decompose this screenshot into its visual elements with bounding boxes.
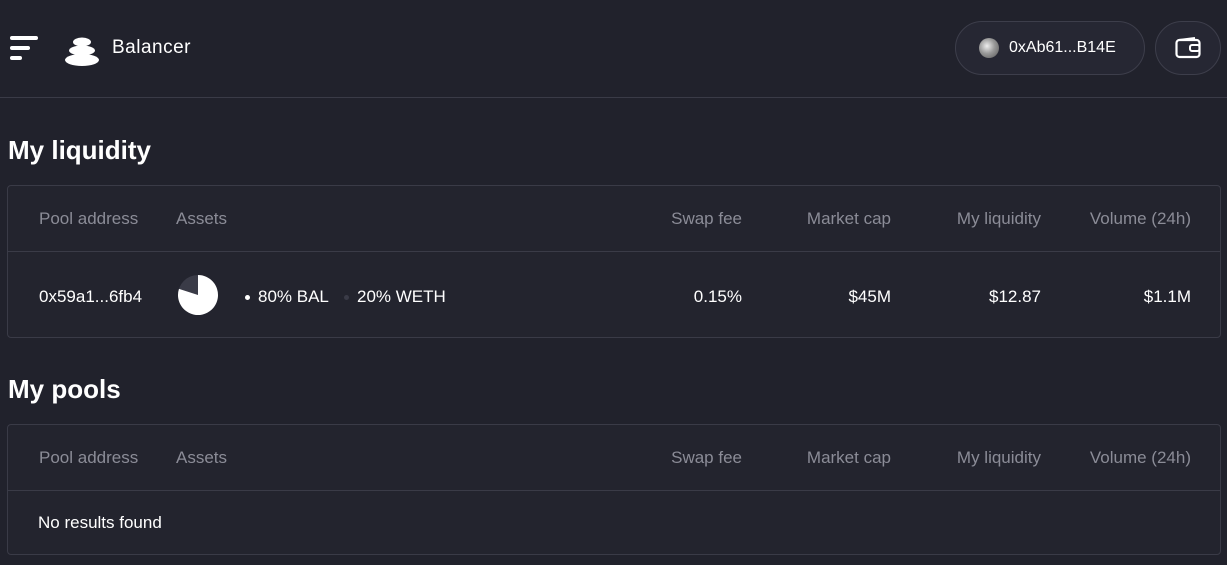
col-volume-24h: Volume (24h) bbox=[1089, 448, 1191, 467]
col-swap-fee: Swap fee bbox=[671, 209, 742, 228]
my-liquidity-value: $12.87 bbox=[989, 287, 1041, 306]
col-pool-address: Pool address bbox=[39, 448, 139, 467]
my-liquidity-table: Pool address Assets Swap fee Market cap … bbox=[7, 185, 1221, 338]
col-market-cap: Market cap bbox=[806, 448, 891, 467]
account-address: 0xAb61...B14E bbox=[1009, 39, 1116, 56]
col-my-liquidity: My liquidity bbox=[956, 209, 1041, 228]
col-assets: Assets bbox=[176, 209, 228, 228]
asset-dot-icon bbox=[344, 294, 349, 300]
asset-label: 20% WETH bbox=[357, 287, 446, 306]
empty-state-text: No results found bbox=[38, 513, 162, 532]
balancer-logo-icon bbox=[65, 37, 99, 66]
volume-24h: $1.1M bbox=[1143, 287, 1191, 306]
table-header: Pool address Assets Swap fee Market cap … bbox=[8, 186, 1220, 252]
col-volume-24h: Volume (24h) bbox=[1089, 209, 1191, 228]
col-assets: Assets bbox=[176, 448, 228, 467]
market-cap: $45M bbox=[848, 287, 891, 306]
my-pools-title: My pools bbox=[8, 374, 121, 404]
my-liquidity-title: My liquidity bbox=[8, 135, 151, 165]
my-pools-table: Pool address Assets Swap fee Market cap … bbox=[7, 424, 1221, 555]
pool-address: 0x59a1...6fb4 bbox=[39, 287, 143, 306]
col-market-cap: Market cap bbox=[806, 209, 891, 228]
col-pool-address: Pool address bbox=[39, 209, 139, 228]
wallet-icon bbox=[1175, 37, 1201, 59]
asset-label: 80% BAL bbox=[258, 287, 329, 306]
table-row[interactable]: 0x59a1...6fb4 80% BAL 20% WETH 0.15% $45… bbox=[8, 252, 1220, 338]
avatar bbox=[979, 38, 999, 58]
menu-icon[interactable] bbox=[10, 36, 40, 62]
top-bar: Balancer 0xAb61...B14E bbox=[0, 0, 1227, 98]
col-swap-fee: Swap fee bbox=[671, 448, 742, 467]
swap-fee: 0.15% bbox=[693, 287, 742, 306]
account-button[interactable]: 0xAb61...B14E bbox=[955, 21, 1145, 75]
brand-name: Balancer bbox=[112, 37, 191, 58]
asset-pie-icon bbox=[178, 275, 218, 315]
table-header: Pool address Assets Swap fee Market cap … bbox=[8, 425, 1220, 491]
col-my-liquidity: My liquidity bbox=[956, 448, 1041, 467]
wallet-button[interactable] bbox=[1155, 21, 1221, 75]
asset-dot-icon bbox=[245, 294, 250, 300]
asset-bal: 80% BAL bbox=[245, 287, 329, 307]
asset-weth: 20% WETH bbox=[344, 287, 446, 307]
